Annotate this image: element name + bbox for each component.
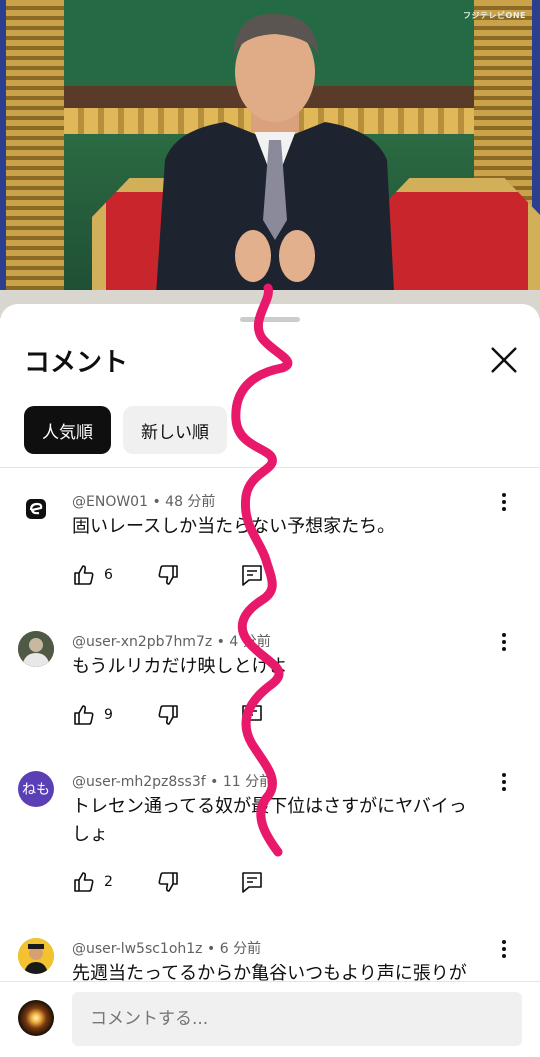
dislike-button[interactable] (156, 563, 240, 587)
my-avatar[interactable] (18, 1000, 54, 1036)
like-button[interactable]: 9 (72, 703, 156, 727)
comment-text: 固いレースしか当たらない予想家たち。 (72, 516, 396, 537)
comment-meta: @ENOW01 • 48 分前 (72, 494, 216, 510)
reply-button[interactable] (240, 703, 264, 727)
avatar-photo-icon (18, 938, 54, 974)
avatar[interactable]: ねも (18, 771, 54, 807)
studio-pillar-left (6, 0, 64, 318)
drag-handle[interactable] (240, 317, 300, 322)
thumb-up-icon (74, 705, 94, 725)
comment-meta: @user-lw5sc1oh1z • 6 分前 (72, 941, 262, 957)
close-button[interactable] (486, 342, 522, 378)
avatar[interactable] (18, 491, 54, 527)
divider (0, 467, 540, 468)
comment-text: トレセン通ってる奴が最下位はさすがにヤバイっしょ (72, 796, 467, 845)
avatar-initials: ねも (22, 782, 50, 798)
comment-actions: 6 (72, 561, 264, 589)
chip-newest[interactable]: 新しい順 (123, 406, 227, 454)
comment-time: 11 分前 (222, 774, 274, 790)
sheet-title: コメント (24, 348, 129, 378)
sort-chips: 人気順 新しい順 (24, 406, 227, 454)
comment-author[interactable]: @user-xn2pb7hm7z (72, 634, 212, 650)
more-vert-icon[interactable] (494, 491, 514, 513)
dislike-button[interactable] (156, 870, 240, 894)
chip-popular[interactable]: 人気順 (24, 406, 111, 454)
comment-author[interactable]: @ENOW01 (72, 494, 148, 510)
reply-icon (242, 565, 262, 586)
channel-logo: フジテレビONE (463, 11, 526, 20)
like-button[interactable]: 2 (72, 870, 156, 894)
more-vert-icon[interactable] (494, 771, 514, 793)
thumb-up-icon (74, 872, 94, 892)
comment-composer (0, 981, 540, 1057)
dislike-button[interactable] (156, 703, 240, 727)
avatar[interactable] (18, 631, 54, 667)
comment-text: もうルリカだけ映しとけよ (72, 656, 288, 677)
thumb-down-icon (158, 565, 178, 585)
more-vert-icon[interactable] (494, 938, 514, 960)
thumb-down-icon (158, 872, 178, 892)
comment-time: 48 分前 (165, 494, 216, 510)
reply-icon (242, 872, 262, 893)
like-count: 2 (104, 874, 113, 890)
comment-time: 4 分前 (229, 634, 271, 650)
reply-button[interactable] (240, 563, 264, 587)
thumb-up-icon (74, 565, 94, 585)
enow-logo-icon (26, 499, 46, 519)
avatar-photo-icon (18, 631, 54, 667)
comment-meta: @user-mh2pz8ss3f • 11 分前 (72, 774, 274, 790)
comment-actions: 9 (72, 701, 264, 729)
comment-author[interactable]: @user-lw5sc1oh1z (72, 941, 203, 957)
like-count: 9 (104, 707, 113, 723)
comment-time: 6 分前 (219, 941, 262, 957)
avatar[interactable] (18, 938, 54, 974)
studio-arch-right (372, 178, 540, 308)
comment-input[interactable] (72, 992, 522, 1046)
close-icon (491, 347, 517, 373)
video-player[interactable]: フジテレビONE (0, 0, 540, 318)
comment-meta: @user-xn2pb7hm7z • 4 分前 (72, 634, 271, 650)
comments-sheet: コメント 人気順 新しい順 @ENOW01 • 48 分前 固いレースしか当たら… (0, 304, 540, 1057)
comment-author[interactable]: @user-mh2pz8ss3f (72, 774, 206, 790)
like-count: 6 (104, 567, 113, 583)
reply-button[interactable] (240, 870, 264, 894)
comment-actions: 2 (72, 868, 264, 896)
like-button[interactable]: 6 (72, 563, 156, 587)
thumb-down-icon (158, 705, 178, 725)
more-vert-icon[interactable] (494, 631, 514, 653)
reply-icon (242, 705, 262, 726)
presenter-figure (155, 13, 395, 310)
